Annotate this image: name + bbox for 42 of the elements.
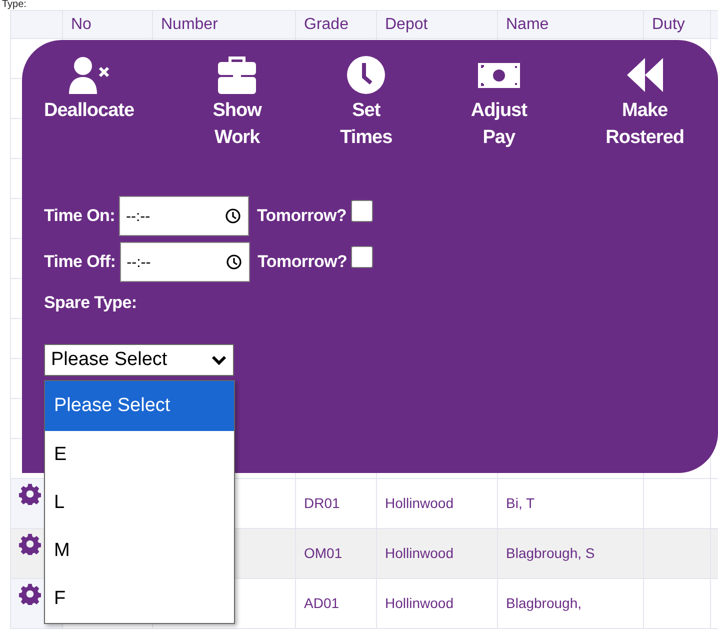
action-button[interactable]: Deallocate [44,54,134,152]
column-header: Depot [385,16,428,32]
column-header: Duty [652,16,685,32]
action-button[interactable]: Show Work [212,54,262,152]
table-cell: DR01 [304,495,340,511]
checkbox[interactable] [350,200,372,222]
dropdown-option[interactable]: F [45,575,234,623]
dropdown-option[interactable]: M [45,527,234,575]
field-label: Time Off: [44,251,116,274]
dropdown-option[interactable]: L [45,479,234,527]
field-label: Tomorrow? [258,251,348,274]
column-header: Grade [304,16,348,32]
column-header: Name [506,16,549,32]
table-cell: Hollinwood [385,545,454,561]
column-header: No [71,16,92,32]
action-button[interactable]: Adjust Pay [470,54,527,152]
field-label: Spare Type: [44,292,138,314]
action-button[interactable]: Set Times [340,54,392,152]
table-cell: Bi, T [506,495,535,511]
settings-icon[interactable] [19,483,41,506]
time-field[interactable]: --:-- [120,242,250,282]
dropdown-option[interactable]: E [45,431,234,479]
dropdown-option[interactable]: Please Select [45,381,234,431]
chevron-down-icon [211,354,227,366]
checkbox[interactable] [351,246,374,268]
settings-icon[interactable] [19,533,41,556]
settings-icon[interactable] [19,583,41,606]
time-field[interactable]: --:-- [118,196,249,236]
table-cell: OM01 [304,545,342,561]
clock-icon [226,254,242,270]
table-cell: Blagbrough, S [506,545,595,561]
table-cell: Hollinwood [385,495,454,511]
table-cell: Blagbrough, [506,595,582,611]
table-cell: Hollinwood [385,595,454,611]
field-label: Time On: [44,205,115,228]
dropdown-select[interactable]: Please Select [44,344,234,376]
cut-off-text: Type: [1,0,28,10]
column-header: Number [161,16,218,32]
action-button[interactable]: Make Rostered [606,54,684,152]
clock-icon [224,208,241,224]
table-cell: AD01 [304,595,340,611]
field-label: Tomorrow? [256,205,346,228]
